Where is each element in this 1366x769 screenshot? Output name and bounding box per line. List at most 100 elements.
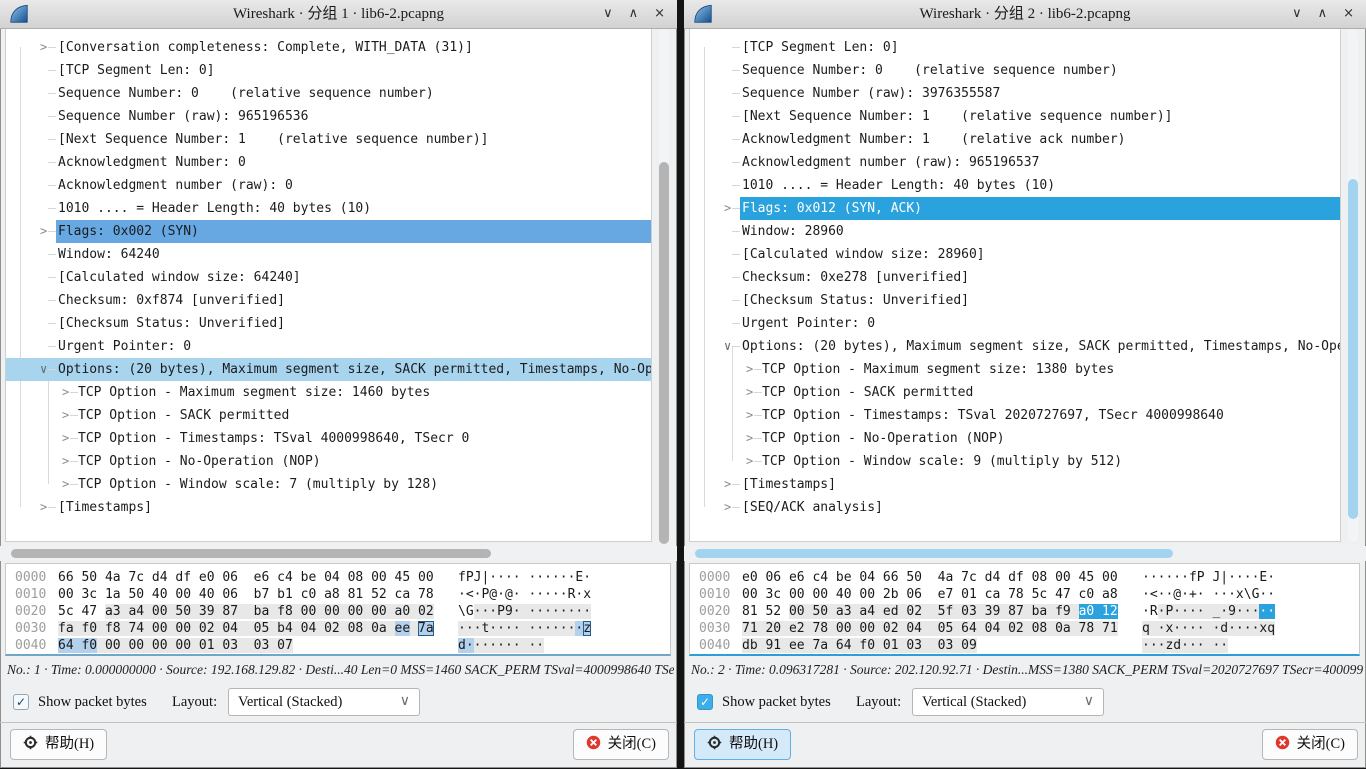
tree-row[interactable]: >TCP Option - Timestamps: TSval 40009986… (6, 427, 651, 450)
hex-row[interactable]: 003071 20 e2 78 00 00 02 04 05 64 04 02 … (690, 620, 1359, 637)
hex-row[interactable]: 0040db 91 ee 7a 64 f0 01 03 03 09···zd··… (690, 637, 1359, 654)
hex-row[interactable]: 0030fa f0 f8 74 00 00 02 04 05 b4 04 02 … (6, 620, 670, 637)
tree-row[interactable]: Acknowledgment Number: 1 (relative ack n… (690, 128, 1340, 151)
minimize-icon[interactable]: ∨ (1292, 0, 1302, 28)
expand-arrow-icon[interactable]: > (724, 197, 731, 220)
tree-vertical-scrollbar[interactable] (1348, 29, 1358, 542)
expand-arrow-icon[interactable]: > (746, 381, 753, 404)
tree-row[interactable]: [Calculated window size: 64240] (6, 266, 651, 289)
layout-select[interactable]: Vertical (Stacked) ∨ (228, 688, 420, 716)
help-button[interactable]: 帮助(H) (10, 729, 107, 760)
tree-row[interactable]: Acknowledgment Number: 0 (6, 151, 651, 174)
hex-row[interactable]: 004064 f0 00 00 00 00 01 03 03 07d······… (6, 637, 670, 654)
hex-row[interactable]: 0000e0 06 e6 c4 be 04 66 50 4a 7c d4 df … (690, 569, 1359, 586)
expand-arrow-icon[interactable]: > (62, 450, 69, 473)
hex-row[interactable]: 00205c 47 a3 a4 00 50 39 87 ba f8 00 00 … (6, 603, 670, 620)
tree-row[interactable]: >TCP Option - Window scale: 7 (multiply … (6, 473, 651, 496)
layout-select[interactable]: Vertical (Stacked) ∨ (912, 688, 1104, 716)
tree-row[interactable]: 1010 .... = Header Length: 40 bytes (10) (690, 174, 1340, 197)
hex-row[interactable]: 002081 52 00 50 a3 a4 ed 02 5f 03 39 87 … (690, 603, 1359, 620)
scrollbar-thumb[interactable] (695, 549, 1173, 558)
collapse-arrow-icon[interactable]: ∨ (40, 358, 47, 381)
tree-row[interactable]: [TCP Segment Len: 0] (690, 36, 1340, 59)
maximize-icon[interactable]: ∧ (1318, 0, 1328, 28)
tree-row[interactable]: Checksum: 0xf874 [unverified] (6, 289, 651, 312)
expand-arrow-icon[interactable]: > (746, 358, 753, 381)
tree-row[interactable]: >[Timestamps] (6, 496, 651, 519)
expand-arrow-icon[interactable]: > (724, 496, 731, 519)
titlebar[interactable]: Wireshark · 分组 1 · lib6-2.pcapng ∨ ∧ × (0, 0, 677, 29)
show-packet-bytes-checkbox[interactable]: ✓ (697, 694, 713, 710)
tree-row[interactable]: [Checksum Status: Unverified] (690, 289, 1340, 312)
tree-row[interactable]: ∨Options: (20 bytes), Maximum segment si… (6, 358, 651, 381)
tree-row[interactable]: >TCP Option - Maximum segment size: 1380… (690, 358, 1340, 381)
tree-row[interactable]: Window: 64240 (6, 243, 651, 266)
tree-row[interactable]: Checksum: 0xe278 [unverified] (690, 266, 1340, 289)
tree-row[interactable]: Window: 28960 (690, 220, 1340, 243)
expand-arrow-icon[interactable]: > (62, 473, 69, 496)
expand-arrow-icon[interactable]: > (62, 381, 69, 404)
tree-row[interactable]: Acknowledgment number (raw): 0 (6, 174, 651, 197)
tree-row[interactable]: >TCP Option - No-Operation (NOP) (6, 450, 651, 473)
tree-row[interactable]: Urgent Pointer: 0 (690, 312, 1340, 335)
close-icon[interactable]: × (1343, 0, 1354, 28)
tree-row[interactable]: [Checksum Status: Unverified] (6, 312, 651, 335)
tree-row[interactable]: [Next Sequence Number: 1 (relative seque… (6, 128, 651, 151)
show-packet-bytes-checkbox[interactable]: ✓ (13, 694, 29, 710)
expand-arrow-icon[interactable]: > (746, 427, 753, 450)
tree-row[interactable]: Sequence Number: 0 (relative sequence nu… (6, 82, 651, 105)
close-icon[interactable]: × (654, 0, 665, 28)
scrollbar-thumb[interactable] (1348, 179, 1358, 519)
tree-row[interactable]: Sequence Number: 0 (relative sequence nu… (690, 59, 1340, 82)
tree-row[interactable]: [TCP Segment Len: 0] (6, 59, 651, 82)
tree-horizontal-scrollbar[interactable] (684, 546, 1366, 561)
hex-row[interactable]: 000066 50 4a 7c d4 df e0 06 e6 c4 be 04 … (6, 569, 670, 586)
tree-row[interactable]: >[Conversation completeness: Complete, W… (6, 36, 651, 59)
hex-row[interactable]: 001000 3c 1a 50 40 00 40 06 b7 b1 c0 a8 … (6, 586, 670, 603)
tree-row[interactable]: >[Timestamps] (690, 473, 1340, 496)
tree-row[interactable]: ∨Options: (20 bytes), Maximum segment si… (690, 335, 1340, 358)
tree-row[interactable]: >Flags: 0x012 (SYN, ACK) (690, 197, 1340, 220)
tree-row[interactable]: Sequence Number (raw): 965196536 (6, 105, 651, 128)
tree-vertical-scrollbar[interactable] (659, 29, 669, 542)
tree-row[interactable]: [Next Sequence Number: 1 (relative seque… (690, 105, 1340, 128)
close-button[interactable]: 关闭(C) (1262, 729, 1358, 760)
minimize-icon[interactable]: ∨ (603, 0, 613, 28)
maximize-icon[interactable]: ∧ (629, 0, 639, 28)
scrollbar-thumb[interactable] (11, 549, 491, 558)
scrollbar-thumb[interactable] (659, 162, 669, 544)
tree-row[interactable]: >TCP Option - SACK permitted (6, 404, 651, 427)
tree-row-label: 1010 .... = Header Length: 40 bytes (10) (58, 201, 371, 216)
expand-arrow-icon[interactable]: > (746, 450, 753, 473)
collapse-arrow-icon[interactable]: ∨ (724, 335, 731, 358)
hex-row[interactable]: 001000 3c 00 00 40 00 2b 06 e7 01 ca 78 … (690, 586, 1359, 603)
tree-row[interactable]: Sequence Number (raw): 3976355587 (690, 82, 1340, 105)
tree-row[interactable]: Acknowledgment number (raw): 965196537 (690, 151, 1340, 174)
tree-row[interactable]: 1010 .... = Header Length: 40 bytes (10) (6, 197, 651, 220)
tree-row[interactable]: >TCP Option - Window scale: 9 (multiply … (690, 450, 1340, 473)
tree-row[interactable]: >TCP Option - SACK permitted (690, 381, 1340, 404)
expand-arrow-icon[interactable]: > (62, 427, 69, 450)
tree-row[interactable]: Urgent Pointer: 0 (6, 335, 651, 358)
expand-arrow-icon[interactable]: > (40, 220, 47, 243)
expand-arrow-icon[interactable]: > (724, 473, 731, 496)
packet-bytes-view[interactable]: 0000e0 06 e6 c4 be 04 66 50 4a 7c d4 df … (689, 563, 1360, 656)
tree-row[interactable]: >TCP Option - No-Operation (NOP) (690, 427, 1340, 450)
help-button[interactable]: 帮助(H) (694, 729, 791, 760)
tree-row[interactable]: >Flags: 0x002 (SYN) (6, 220, 651, 243)
expand-arrow-icon[interactable]: > (40, 36, 47, 59)
tree-row[interactable]: >TCP Option - Maximum segment size: 1460… (6, 381, 651, 404)
packet-bytes-view[interactable]: 000066 50 4a 7c d4 df e0 06 e6 c4 be 04 … (5, 563, 671, 656)
expand-arrow-icon[interactable]: > (746, 404, 753, 427)
close-button[interactable]: 关闭(C) (573, 729, 669, 760)
packet-detail-tree[interactable]: [TCP Segment Len: 0]Sequence Number: 0 (… (689, 29, 1341, 542)
tree-row[interactable]: >TCP Option - Timestamps: TSval 20207276… (690, 404, 1340, 427)
titlebar[interactable]: Wireshark · 分组 2 · lib6-2.pcapng ∨ ∧ × (684, 0, 1366, 29)
expand-arrow-icon[interactable]: > (40, 496, 47, 519)
expand-arrow-icon[interactable]: > (62, 404, 69, 427)
tree-horizontal-scrollbar[interactable] (0, 546, 677, 561)
hex-bytes: 00 3c 00 00 40 00 2b 06 e7 01 ca 78 5c 4… (742, 586, 1118, 603)
tree-row[interactable]: >[SEQ/ACK analysis] (690, 496, 1340, 519)
tree-row[interactable]: [Calculated window size: 28960] (690, 243, 1340, 266)
packet-detail-tree[interactable]: >[Conversation completeness: Complete, W… (5, 29, 652, 542)
